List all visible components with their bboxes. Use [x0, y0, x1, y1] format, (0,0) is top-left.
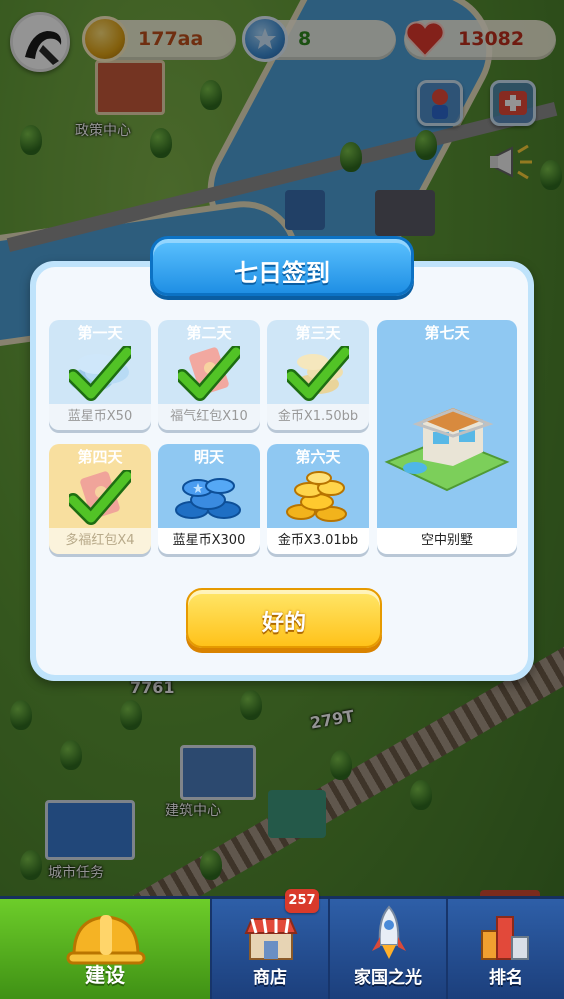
game-screen: 政策中心 建筑中心 城市任务 7761 279T 177aa 8 13082 七…: [0, 0, 564, 999]
day-card-4[interactable]: 第四天 多福红包X4: [49, 444, 151, 554]
bottom-nav: 建设 商店 家国之光 排名: [0, 896, 564, 999]
nav-ranking[interactable]: 排名: [448, 899, 564, 999]
rocket-icon: [372, 905, 406, 959]
ranking-podium-icon: [481, 916, 529, 960]
reward-label: 蓝星币X50: [49, 404, 151, 430]
nav-label: 建设: [85, 963, 125, 987]
shop-icon: [244, 918, 298, 960]
day-label: 第三天: [295, 324, 341, 342]
checkmark-icon: [178, 346, 240, 401]
day-card-1[interactable]: 第一天 蓝星币X50: [49, 320, 151, 430]
reward-label: 多福红包X4: [49, 528, 151, 554]
dialog-title-banner: 七日签到: [150, 236, 414, 296]
day-label: 第六天: [295, 448, 341, 466]
reward-label: 金币X1.50bb: [267, 404, 369, 430]
day-label: 第四天: [77, 448, 123, 466]
reward-label: 福气红包X10: [158, 404, 260, 430]
nav-label: 排名: [489, 968, 523, 988]
day-label: 明天: [193, 448, 224, 466]
checkmark-icon: [287, 346, 349, 401]
reward-label: 金币X3.01bb: [267, 528, 369, 554]
day-label: 第二天: [186, 324, 232, 342]
day-label: 第七天: [424, 324, 470, 342]
day-card-7[interactable]: 第七天 空中别墅: [377, 320, 517, 554]
nav-shop[interactable]: 商店: [212, 899, 330, 999]
day-card-5[interactable]: 明天 蓝星币X300: [158, 444, 260, 554]
sky-villa-icon: [377, 390, 517, 500]
ok-button-label: 好的: [261, 611, 306, 636]
nav-build[interactable]: 建设: [0, 899, 212, 999]
day-label: 第一天: [77, 324, 123, 342]
nav-label: 商店: [253, 968, 287, 988]
checkmark-icon: [69, 470, 131, 525]
checkmark-icon: [69, 346, 131, 401]
blue-star-coins-icon: [158, 466, 260, 528]
reward-label: 空中别墅: [377, 528, 517, 554]
day-card-3[interactable]: 第三天 金币X1.50bb: [267, 320, 369, 430]
gold-coins-icon: [267, 466, 369, 528]
shop-notification-badge: 257: [285, 889, 319, 913]
reward-label: 蓝星币X300: [158, 528, 260, 554]
day-card-6[interactable]: 第六天 金币X3.01bb: [267, 444, 369, 554]
dialog-title: 七日签到: [234, 259, 330, 287]
nav-national-glory[interactable]: 家国之光: [330, 899, 448, 999]
ok-button[interactable]: 好的: [186, 588, 382, 648]
day-card-2[interactable]: 第二天 福气红包X10: [158, 320, 260, 430]
nav-label: 家国之光: [354, 968, 422, 988]
